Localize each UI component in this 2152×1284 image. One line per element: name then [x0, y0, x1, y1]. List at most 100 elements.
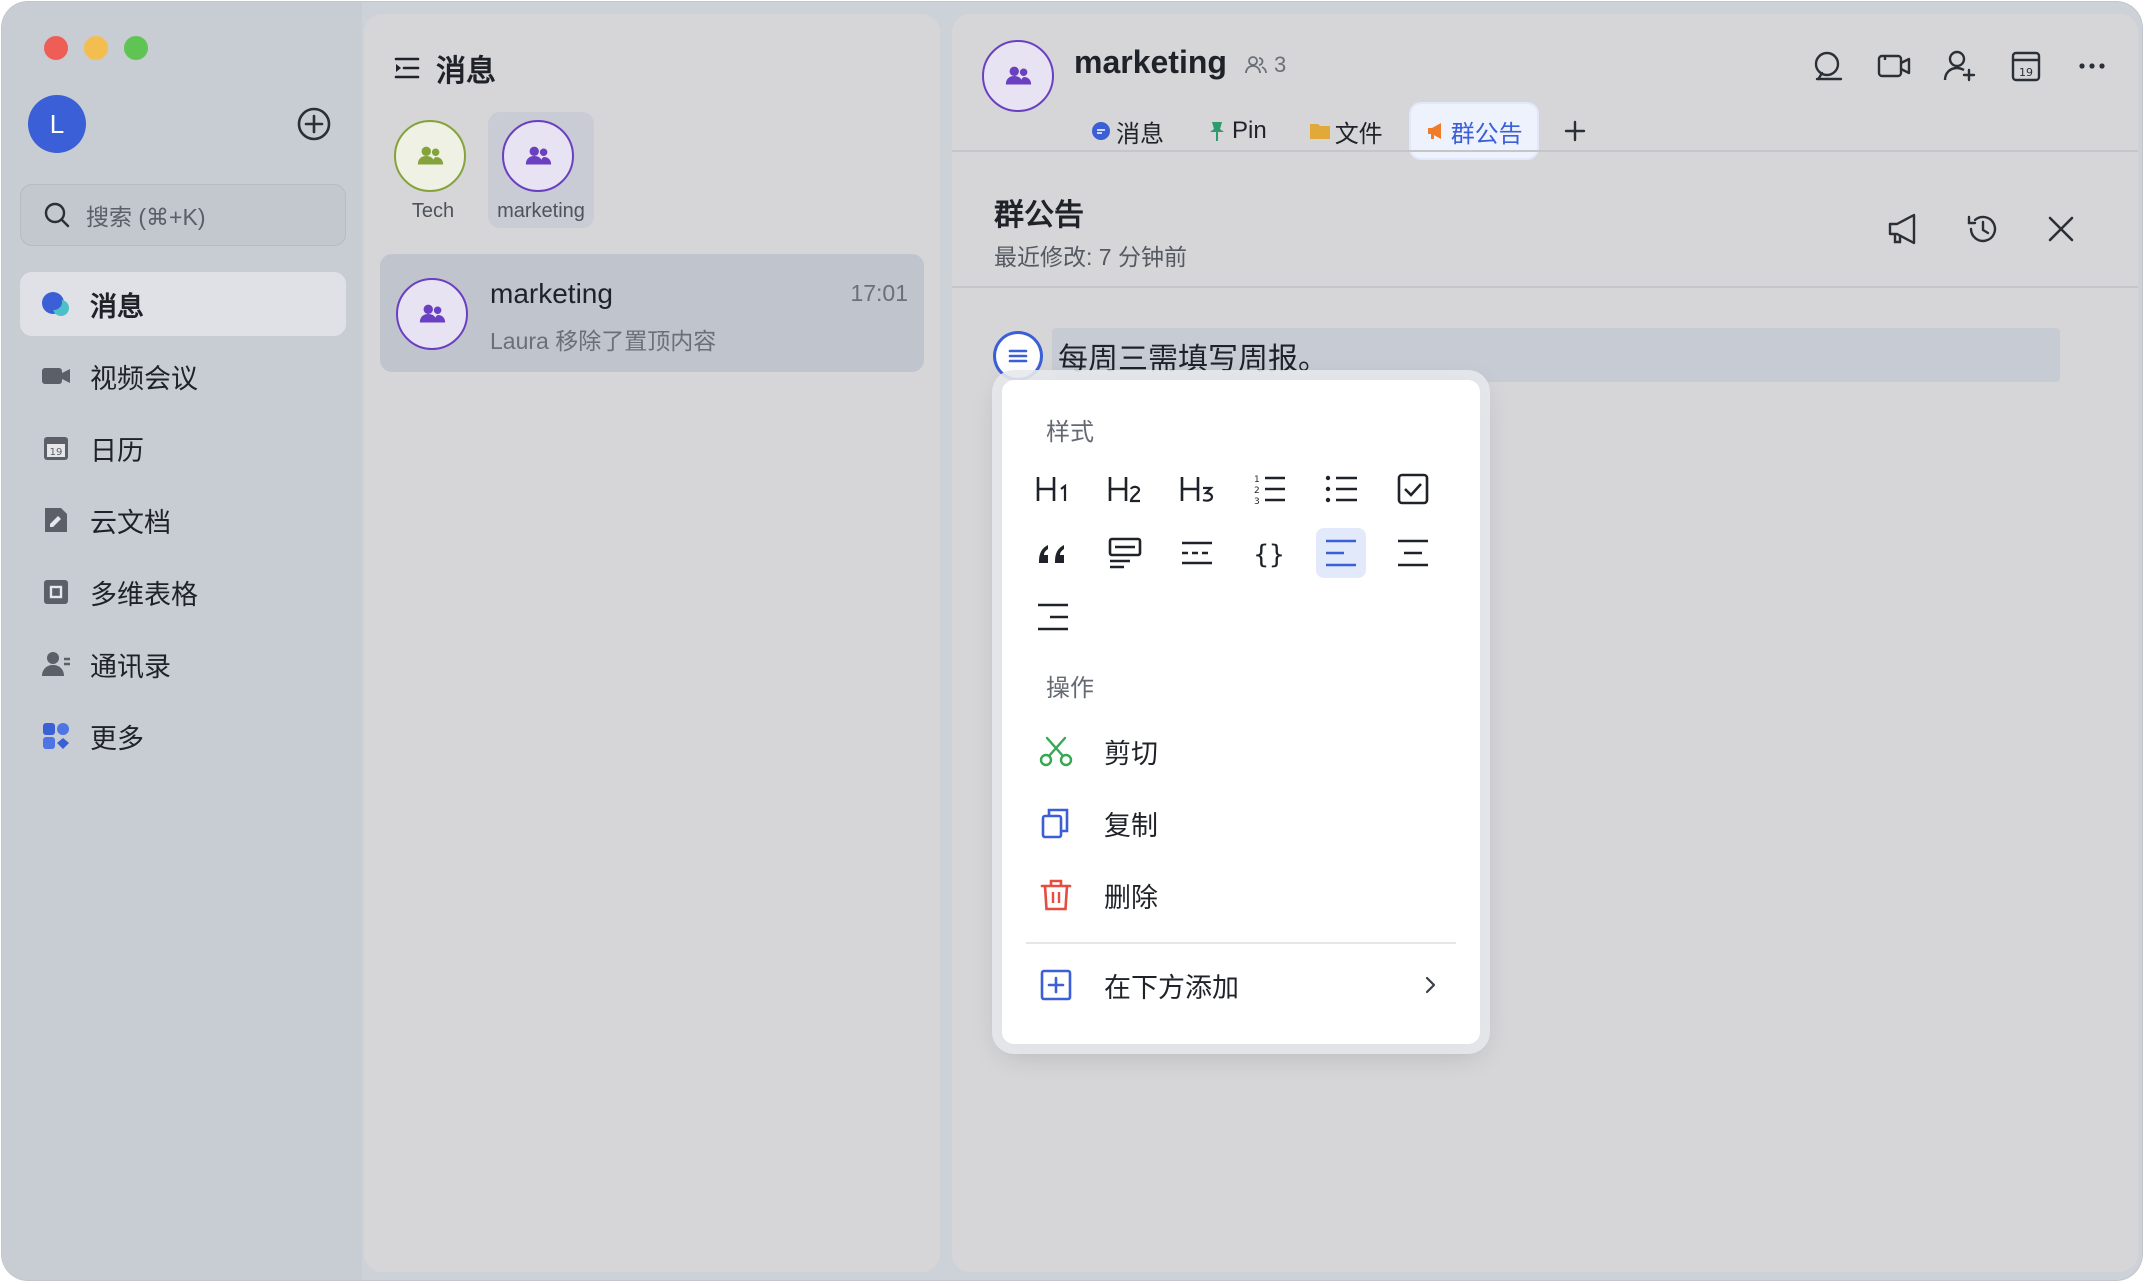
bullet-list-icon[interactable] [1316, 464, 1366, 514]
sidebar-item-label: 通讯录 [90, 651, 171, 682]
search-placeholder: 搜索 (⌘+K) [86, 204, 206, 230]
announcement-block-text[interactable]: 每周三需填写周报。 [1058, 334, 1328, 378]
add-member-icon[interactable] [1942, 48, 1978, 84]
video-camera-icon [40, 360, 72, 392]
copy-icon [1038, 805, 1074, 841]
user-avatar[interactable]: L [28, 95, 86, 153]
folder-icon [1309, 120, 1331, 142]
chat-toolbar: 19 [1780, 48, 2110, 84]
chevron-right-icon [1420, 975, 1440, 995]
pinned-chat-label: Tech [411, 200, 455, 222]
sidebar-item-base[interactable]: 多维表格 [20, 560, 346, 624]
tab-label: 消息 [1116, 120, 1164, 148]
cut-button[interactable]: 剪切 [1032, 720, 1462, 782]
sidebar-item-docs[interactable]: 云文档 [20, 488, 346, 552]
scissors-icon [1038, 733, 1074, 769]
calendar-icon[interactable]: 19 [2008, 48, 2044, 84]
cut-label: 剪切 [1104, 738, 1158, 769]
conversation-preview: Laura 移除了置顶内容 [490, 328, 717, 354]
code-block-icon[interactable]: {} [1244, 528, 1294, 578]
heading-2-icon[interactable] [1100, 464, 1150, 514]
heading-1-icon[interactable] [1028, 464, 1078, 514]
sidebar-item-label: 视频会议 [90, 363, 198, 394]
tab-label: 文件 [1334, 120, 1383, 148]
member-count[interactable]: 3 [1244, 52, 1286, 78]
copy-button[interactable]: 复制 [1032, 792, 1462, 854]
block-handle-icon[interactable] [996, 334, 1040, 378]
delete-button[interactable]: 删除 [1032, 864, 1462, 926]
announcement-title: 群公告 [994, 199, 1084, 232]
group-icon [417, 146, 444, 165]
sidebar-nav: 消息 视频会议 19 日历 云文档 多维表格 通讯录 更多 [20, 272, 346, 776]
search-icon[interactable] [1810, 48, 1846, 84]
callout-icon[interactable] [1100, 528, 1150, 578]
close-icon[interactable] [2042, 210, 2080, 248]
more-icon[interactable] [2074, 48, 2110, 84]
cloud-doc-icon [40, 504, 72, 536]
sidebar-item-contacts[interactable]: 通讯录 [20, 632, 346, 696]
ordered-list-icon[interactable]: 123 [1244, 464, 1294, 514]
megaphone-icon [1425, 120, 1447, 142]
sidebar-item-messages[interactable]: 消息 [20, 272, 346, 336]
style-section-label: 样式 [1046, 419, 1094, 446]
collapse-list-icon[interactable] [392, 53, 422, 83]
members-icon [1245, 56, 1267, 74]
history-icon[interactable] [1964, 210, 2002, 248]
pinned-chat-label: marketing [497, 200, 585, 222]
add-tab-icon[interactable] [1557, 113, 1593, 149]
trash-icon [1038, 877, 1074, 913]
member-count-value: 3 [1274, 52, 1287, 77]
quote-icon[interactable] [1028, 528, 1078, 578]
delete-label: 删除 [1104, 882, 1158, 913]
megaphone-icon[interactable] [1886, 210, 1924, 248]
conversation-item[interactable]: marketing 17:01 Laura 移除了置顶内容 [380, 254, 924, 372]
sidebar-item-label: 消息 [90, 291, 144, 322]
sidebar-item-label: 云文档 [90, 507, 171, 538]
heading-3-icon[interactable] [1172, 464, 1222, 514]
align-right-icon[interactable] [1028, 592, 1078, 642]
pin-icon [1206, 120, 1228, 142]
sidebar-item-more[interactable]: 更多 [20, 704, 346, 768]
group-icon [1005, 66, 1032, 85]
pinned-chat-marketing[interactable]: marketing [488, 112, 594, 228]
svg-text:1: 1 [1254, 475, 1260, 485]
plus-square-icon [1038, 967, 1074, 1003]
block-context-menu: 样式 123 {} 操作 剪切 复制 删除 在下方添加 [1002, 380, 1480, 1044]
video-camera-icon[interactable] [1876, 48, 1912, 84]
sidebar-item-label: 多维表格 [90, 579, 198, 610]
add-below-label: 在下方添加 [1104, 972, 1239, 1003]
chat-dot-icon [1090, 120, 1112, 142]
maximize-window-button[interactable] [124, 36, 148, 60]
calendar-icon: 19 [40, 432, 72, 464]
checkbox-icon[interactable] [1388, 464, 1438, 514]
close-window-button[interactable] [44, 36, 68, 60]
contacts-icon [40, 648, 72, 680]
svg-text:19: 19 [50, 447, 63, 458]
pinned-chat-tech[interactable]: Tech [380, 112, 486, 228]
svg-text:19: 19 [2019, 66, 2033, 79]
divider-icon[interactable] [1172, 528, 1222, 578]
tab-label: 群公告 [1450, 120, 1523, 148]
announcement-modified: 最近修改: 7 分钟前 [994, 244, 1187, 270]
group-avatar[interactable] [982, 40, 1054, 112]
search-icon [42, 200, 72, 230]
align-left-icon[interactable] [1316, 528, 1366, 578]
announcement-toolbar [1846, 210, 2080, 248]
add-below-button[interactable]: 在下方添加 [1032, 954, 1462, 1016]
search-input[interactable]: 搜索 (⌘+K) [20, 184, 346, 246]
svg-text:3: 3 [1254, 497, 1260, 507]
minimize-window-button[interactable] [84, 36, 108, 60]
conversation-time: 17:01 [850, 280, 908, 306]
group-name[interactable]: marketing [1074, 44, 1227, 81]
group-icon [419, 304, 446, 323]
svg-text:2: 2 [1254, 486, 1260, 496]
sidebar-item-label: 更多 [90, 723, 144, 754]
sidebar-item-calendar[interactable]: 19 日历 [20, 416, 346, 480]
conversation-name: marketing [490, 278, 613, 309]
plus-circle-icon[interactable] [296, 106, 332, 142]
chat-bubble-icon [40, 288, 72, 320]
chat-list-title: 消息 [436, 55, 496, 88]
align-center-icon[interactable] [1388, 528, 1438, 578]
group-avatar [396, 278, 468, 350]
sidebar-item-video-meeting[interactable]: 视频会议 [20, 344, 346, 408]
